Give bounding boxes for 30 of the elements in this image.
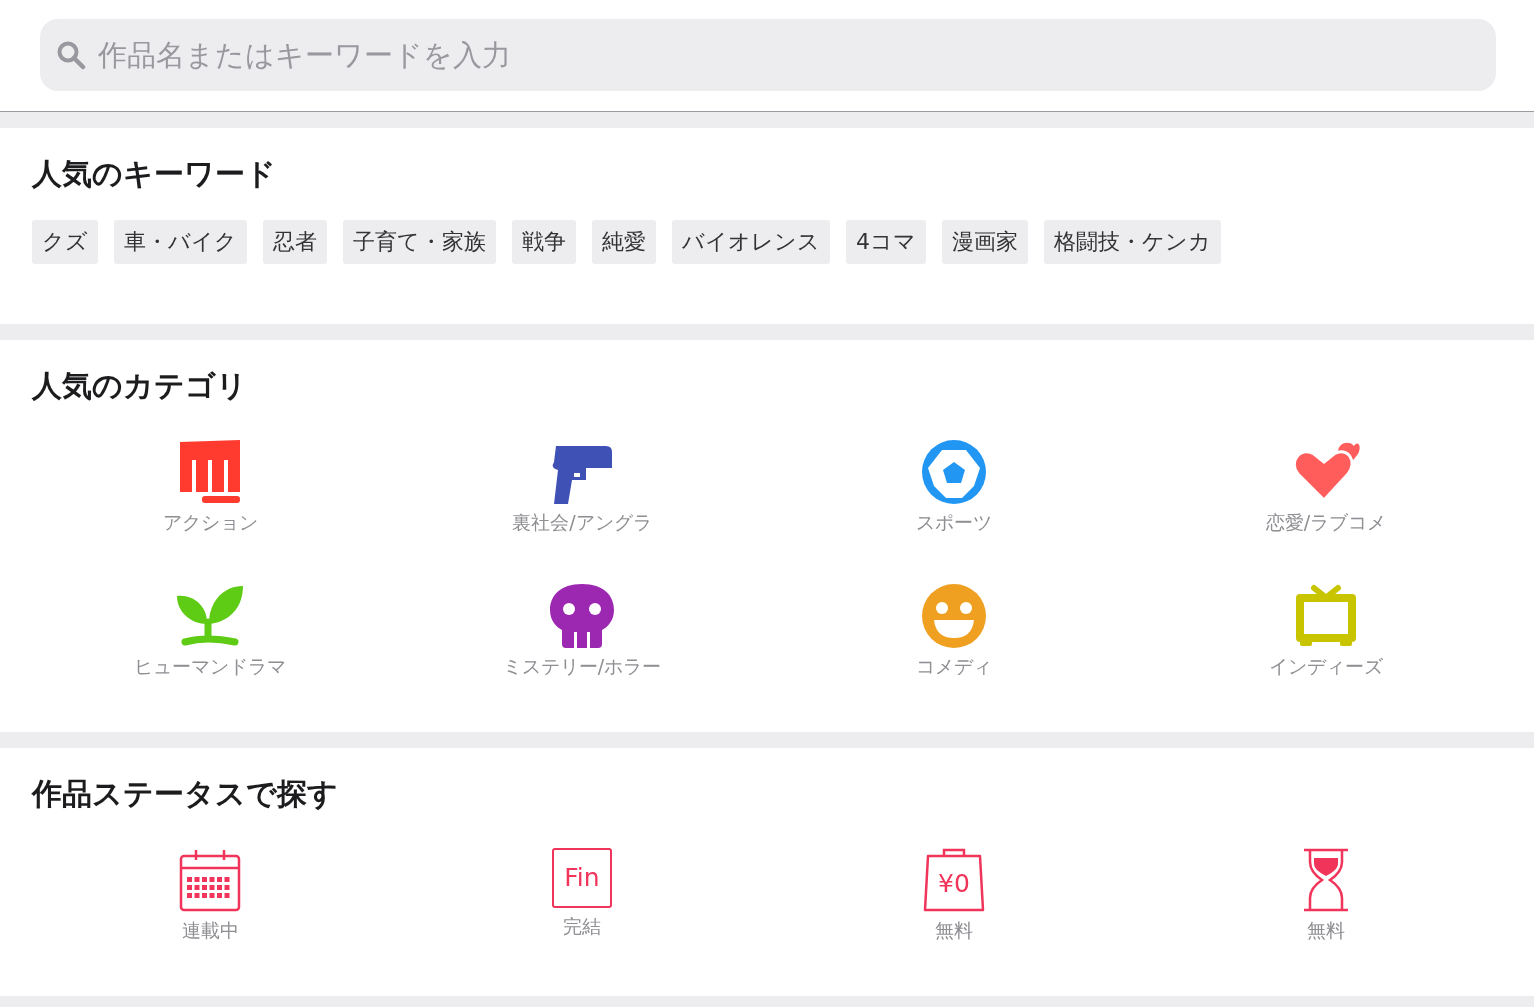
keyword-tag[interactable]: 4コマ [846, 220, 926, 264]
section-title: 人気のキーワード [32, 156, 277, 192]
category-label[interactable]: アクション [162, 508, 258, 537]
section-title: 作品ステータスで探す [30, 776, 339, 812]
category-label[interactable]: スポーツ [916, 508, 992, 537]
fin-label-icon: Fin [552, 848, 612, 908]
keyword-tag[interactable]: クズ [32, 220, 98, 264]
keyword-tag[interactable]: 車・バイク [114, 220, 247, 264]
search-icon [56, 40, 86, 70]
category-label[interactable]: 無料 [935, 916, 973, 945]
keyword-tag[interactable]: 純愛 [592, 220, 656, 264]
keyword-tag[interactable]: 戦争 [512, 220, 576, 264]
calendar-icon [178, 848, 242, 912]
category-label[interactable]: 完結 [563, 912, 601, 941]
section-title: 人気のカテゴリ [30, 368, 248, 404]
keyword-tag[interactable]: 漫画家 [942, 220, 1028, 264]
category-label[interactable]: 連載中 [181, 916, 239, 945]
hourglass-icon [1302, 848, 1350, 912]
category-label[interactable]: ミステリー/ホラー [502, 652, 662, 681]
search-field[interactable]: 作品名またはキーワードを入力 [40, 19, 1496, 91]
keyword-tag[interactable]: 子育て・家族 [343, 220, 496, 264]
category-label[interactable]: 裏社会/アングラ [512, 508, 652, 537]
category-label[interactable]: コメディ [916, 652, 992, 681]
category-label[interactable]: 無料 [1307, 916, 1345, 945]
keyword-tag[interactable]: 格闘技・ケンカ [1044, 220, 1221, 264]
category-label[interactable]: インディーズ [1269, 652, 1383, 681]
keyword-tag[interactable]: 忍者 [263, 220, 327, 264]
keyword-tag[interactable]: バイオレンス [672, 220, 830, 264]
category-label[interactable]: 恋愛/ラブコメ [1265, 508, 1387, 537]
category-label[interactable]: ヒューマンドラマ [134, 652, 286, 681]
